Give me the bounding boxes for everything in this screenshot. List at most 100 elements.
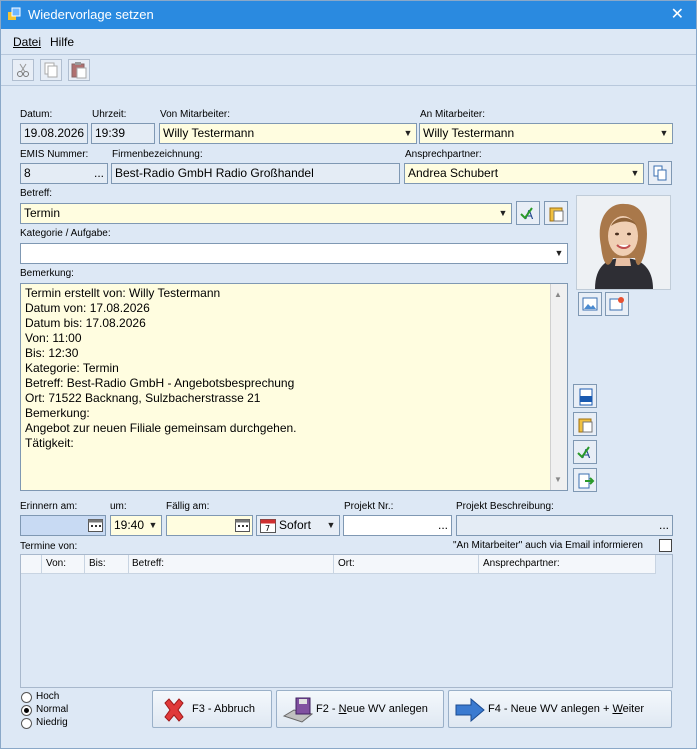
emis-field[interactable]: 8 ...	[20, 163, 108, 184]
an-mitarbeiter-select[interactable]: Willy Testermann ▼	[419, 123, 673, 144]
picture-star-icon	[609, 297, 624, 311]
load-photo-button[interactable]	[578, 292, 602, 316]
ansprechpartner-value: Andrea Schubert	[408, 166, 499, 180]
neue-wv-label: F2 - Neue WV anlegen	[316, 703, 428, 715]
spellcheck-icon: A	[577, 446, 591, 461]
an-mitarbeiter-value: Willy Testermann	[423, 126, 515, 140]
bemerkung-line: Bis: 12:30	[25, 346, 79, 360]
cut-icon	[17, 63, 29, 77]
bemerkung-line: Von: 11:00	[25, 331, 82, 345]
bemerkung-list-button[interactable]	[573, 412, 597, 436]
von-mitarbeiter-value: Willy Testermann	[163, 126, 255, 140]
von-mitarbeiter-label: Von Mitarbeiter:	[160, 109, 231, 120]
neue-wv-weiter-button[interactable]: F4 - Neue WV anlegen + Weiter	[448, 690, 672, 728]
scroll-up-icon[interactable]: ▲	[554, 287, 562, 302]
column-ort[interactable]: Ort:	[338, 558, 355, 569]
app-icon	[8, 7, 21, 20]
email-info-label: "An Mitarbeiter" auch via Email informie…	[453, 540, 643, 551]
scroll-down-icon[interactable]: ▼	[554, 472, 562, 487]
bemerkung-line: Tätigkeit:	[25, 436, 74, 450]
menu-datei[interactable]: Datei	[13, 35, 41, 49]
sofort-select[interactable]: 7 Sofort ▼	[256, 515, 340, 536]
column-von[interactable]: Von:	[46, 558, 66, 569]
bemerkung-textarea[interactable]: Termin erstellt von: Willy Testermann Dat…	[20, 283, 568, 491]
emis-lookup-button[interactable]: ...	[94, 164, 104, 183]
paste-button[interactable]	[68, 59, 90, 81]
word-doc-button[interactable]	[573, 384, 597, 408]
firma-label: Firmenbezeichnung:	[112, 149, 203, 160]
um-value: 19:40	[114, 518, 145, 532]
clipboard-icon	[549, 207, 564, 222]
abbruch-button[interactable]: F3 - Abbruch	[152, 690, 272, 728]
erinnern-date-field[interactable]	[20, 515, 106, 536]
toolbar	[1, 54, 696, 86]
betreff-select[interactable]: Termin ▼	[20, 203, 512, 224]
chevron-down-icon[interactable]: ▼	[323, 516, 339, 535]
bemerkung-spellcheck-button[interactable]: A	[573, 440, 597, 464]
um-label: um:	[110, 501, 127, 512]
bemerkung-line: Betreff: Best-Radio GmbH - Angebotsbespr…	[25, 376, 295, 390]
uhrzeit-label: Uhrzeit:	[92, 109, 127, 120]
table-header: Von: Bis: Betreff: Ort: Ansprechpartner:	[21, 555, 656, 574]
copy-button[interactable]	[40, 59, 62, 81]
kategorie-select[interactable]: ▼	[20, 243, 568, 264]
calendar-icon[interactable]	[235, 518, 250, 532]
projekt-beschreibung-field[interactable]: ...	[456, 515, 673, 536]
chevron-down-icon[interactable]: ▼	[495, 204, 511, 223]
chevron-down-icon[interactable]: ▼	[400, 124, 416, 143]
priority-niedrig-radio[interactable]	[21, 718, 32, 729]
um-time-select[interactable]: 19:40 ▼	[110, 515, 162, 536]
cut-button[interactable]	[12, 59, 34, 81]
bemerkung-line: Bemerkung:	[25, 406, 90, 420]
projekt-beschreibung-lookup-button[interactable]: ...	[659, 516, 669, 535]
column-bis[interactable]: Bis:	[89, 558, 106, 569]
betreff-list-button[interactable]	[544, 201, 568, 225]
uhrzeit-field[interactable]: 19:39	[91, 123, 155, 144]
faellig-label: Fällig am:	[166, 501, 210, 512]
erinnern-label: Erinnern am:	[20, 501, 78, 512]
dialog-window: Wiedervorlage setzen ✕ Datei Hilfe Datum…	[0, 0, 697, 749]
column-betreff[interactable]: Betreff:	[132, 558, 164, 569]
priority-normal-radio[interactable]	[21, 705, 32, 716]
chevron-down-icon[interactable]: ▼	[627, 164, 643, 183]
priority-hoch-radio[interactable]	[21, 692, 32, 703]
title-bar: Wiedervorlage setzen ✕	[1, 1, 696, 29]
termine-label: Termine von:	[20, 541, 78, 552]
bemerkung-scrollbar[interactable]: ▲ ▼	[550, 284, 567, 490]
spellcheck-button[interactable]: A	[516, 201, 540, 225]
menu-hilfe[interactable]: Hilfe	[50, 35, 74, 49]
emis-label: EMIS Nummer:	[20, 149, 89, 160]
paste-icon	[71, 62, 87, 79]
firma-field[interactable]: Best-Radio GmbH Radio Großhandel	[111, 163, 400, 184]
chevron-down-icon[interactable]: ▼	[145, 516, 161, 535]
close-icon[interactable]: ✕	[671, 4, 684, 24]
column-ansprechpartner[interactable]: Ansprechpartner:	[483, 558, 560, 569]
export-button[interactable]	[573, 468, 597, 492]
copy-contact-button[interactable]	[648, 161, 672, 185]
abbruch-label: F3 - Abbruch	[192, 703, 255, 715]
calendar-icon[interactable]	[88, 518, 103, 532]
projekt-lookup-button[interactable]: ...	[438, 516, 448, 535]
ansprechpartner-select[interactable]: Andrea Schubert ▼	[404, 163, 644, 184]
document-icon	[579, 388, 593, 406]
calendar-7-icon: 7	[260, 519, 276, 533]
chevron-down-icon[interactable]: ▼	[551, 244, 567, 263]
priority-niedrig-label: Niedrig	[36, 717, 68, 728]
email-info-checkbox[interactable]	[659, 539, 672, 552]
copy-icon	[653, 165, 667, 181]
contact-photo	[576, 195, 671, 290]
datum-label: Datum:	[20, 109, 53, 120]
termine-table: Von: Bis: Betreff: Ort: Ansprechpartner:	[20, 554, 673, 688]
new-photo-button[interactable]	[605, 292, 629, 316]
copy-icon	[44, 62, 58, 78]
faellig-date-field[interactable]	[166, 515, 253, 536]
bemerkung-line: Kategorie: Termin	[25, 361, 119, 375]
save-disk-icon	[282, 697, 314, 723]
window-title: Wiedervorlage setzen	[28, 7, 154, 22]
projekt-field[interactable]: ...	[343, 515, 452, 536]
von-mitarbeiter-select[interactable]: Willy Testermann ▼	[159, 123, 417, 144]
datum-field[interactable]: 19.08.2026	[20, 123, 88, 144]
chevron-down-icon[interactable]: ▼	[656, 124, 672, 143]
priority-hoch-label: Hoch	[36, 691, 60, 702]
neue-wv-button[interactable]: F2 - Neue WV anlegen	[276, 690, 444, 728]
